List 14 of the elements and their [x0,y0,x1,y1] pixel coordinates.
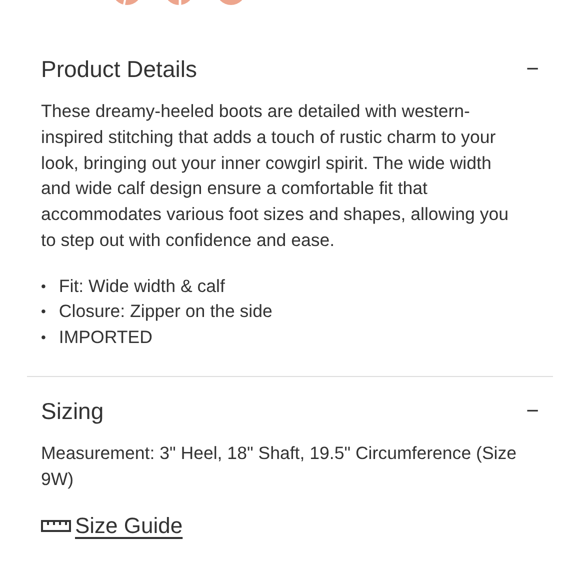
size-guide-link[interactable]: Size Guide [75,512,183,539]
section-title: Product Details [41,56,197,82]
detail-item: IMPORTED [58,326,152,349]
detail-item: Fit: Wide width & calf [58,274,225,298]
bullet-mark: • [41,302,46,322]
bullet-mark: • [41,276,46,296]
description-text: These dreamy-heeled boots are detailed with western-inspired stitching that adds a touch of rustic charm to your look, bringing out your inner cowgirl spirit. The wide width and wide calf design ensure a comfortable fit that accommodates various foot sizes and shapes, allowing you to step out with confidence and ease. [41,100,510,252]
detail-item: Closure: Zipper on the side [58,300,272,324]
description-text: Measurement: 3" Heel, 18" Shaft, 19.5" Circumference (Size 9W) [41,442,518,492]
bullet-mark: • [41,328,46,347]
collapse-toggle[interactable]: − [520,55,539,83]
ruler-icon [41,520,71,532]
collapse-toggle[interactable]: − [520,397,539,426]
section-title: Sizing [41,398,104,425]
